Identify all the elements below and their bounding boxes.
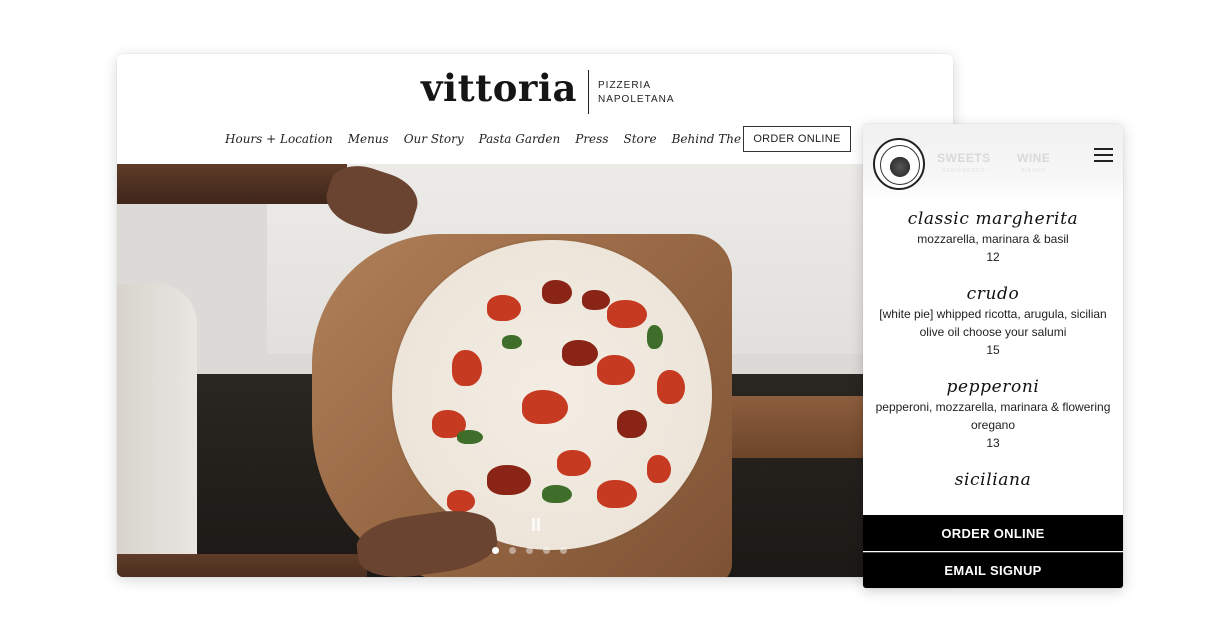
slider-dot[interactable]: [492, 547, 499, 554]
menu-item-name: pepperoni: [946, 377, 1040, 397]
mobile-site-preview: SWEETS SEMIFREDDO WINE BIANCO classic ma…: [863, 124, 1123, 588]
menu-item-name: classic margherita: [907, 209, 1079, 229]
mobile-order-online-button[interactable]: ORDER ONLINE: [863, 515, 1123, 551]
arm-bottom: [117, 554, 367, 577]
nav-item-pasta-garden[interactable]: Pasta Garden: [479, 132, 561, 146]
slider-dot[interactable]: [526, 547, 533, 554]
nav-item-our-story[interactable]: Our Story: [404, 132, 464, 146]
brand-subtitle-line2: NAPOLETANA: [598, 94, 675, 105]
menu-item: crudo [white pie] whipped ricotta, arugu…: [863, 283, 1123, 359]
nav-item-press[interactable]: Press: [575, 132, 608, 146]
topping: [647, 455, 671, 483]
topping: [617, 410, 647, 438]
faded-category-label: SWEETS: [937, 151, 991, 165]
hero-pizza-image: [117, 164, 953, 577]
main-nav: Hours + Location Menus Our Story Pasta G…: [225, 126, 803, 152]
hamburger-menu-icon[interactable]: [1094, 147, 1113, 163]
vittoria-seal-logo[interactable]: [873, 138, 925, 190]
menu-item-price: 13: [986, 436, 1000, 450]
nav-item-store[interactable]: Store: [623, 132, 656, 146]
topping: [487, 295, 521, 321]
slider-dot[interactable]: [509, 547, 516, 554]
faded-category-sweets: SWEETS SEMIFREDDO: [937, 152, 991, 178]
topping: [502, 335, 522, 349]
topping: [582, 290, 610, 310]
logo-divider: [588, 70, 589, 114]
menu-item-description: pepperoni, mozzarella, marinara & flower…: [875, 400, 1111, 432]
menu-item: classic margherita mozzarella, marinara …: [863, 208, 1123, 266]
menu-item: siciliana: [863, 469, 1123, 491]
nav-item-menus[interactable]: Menus: [348, 132, 389, 146]
topping: [522, 390, 568, 424]
topping: [542, 280, 572, 304]
brand-subtitle-line1: PIZZERIA: [598, 80, 652, 91]
menu-item: pepperoni pepperoni, mozzarella, marinar…: [863, 376, 1123, 452]
topping: [597, 480, 637, 508]
desktop-site-preview: vittoria PIZZERIA NAPOLETANA Hours + Loc…: [117, 54, 953, 577]
site-header: vittoria PIZZERIA NAPOLETANA Hours + Loc…: [117, 54, 953, 164]
order-online-button[interactable]: ORDER ONLINE: [743, 126, 851, 152]
menu-item-price: 15: [986, 343, 1000, 357]
pause-icon[interactable]: [529, 516, 543, 534]
faded-category-wine: WINE BIANCO: [1017, 152, 1050, 178]
topping: [542, 485, 572, 503]
topping: [447, 490, 475, 512]
pizza: [392, 240, 712, 550]
brand-subtitle: PIZZERIA NAPOLETANA: [598, 79, 675, 107]
topping: [457, 430, 483, 444]
slider-dot[interactable]: [560, 547, 567, 554]
brand-logo[interactable]: vittoria: [415, 66, 583, 110]
topping: [452, 350, 482, 386]
topping: [597, 355, 635, 385]
faded-category-sub: SEMIFREDDO: [942, 168, 986, 174]
slider-dots: [492, 547, 567, 554]
topping: [487, 465, 531, 495]
slider-dot[interactable]: [543, 547, 550, 554]
pizza-menu-list: classic margherita mozzarella, marinara …: [863, 208, 1123, 508]
arm-top: [117, 164, 347, 204]
chef-apron: [117, 284, 197, 577]
topping: [557, 450, 591, 476]
topping: [647, 325, 663, 349]
menu-item-price: 12: [986, 250, 1000, 264]
topping: [607, 300, 647, 328]
faded-category-label: WINE: [1017, 151, 1051, 165]
menu-item-description: mozzarella, marinara & basil: [917, 232, 1069, 246]
topping: [657, 370, 685, 404]
faded-category-sub: BIANCO: [1021, 168, 1047, 174]
menu-item-name: siciliana: [954, 470, 1032, 490]
topping: [562, 340, 598, 366]
nav-item-hours-location[interactable]: Hours + Location: [225, 132, 333, 146]
email-signup-button[interactable]: EMAIL SIGNUP: [863, 552, 1123, 588]
mobile-header: SWEETS SEMIFREDDO WINE BIANCO: [863, 124, 1123, 204]
menu-item-description: [white pie] whipped ricotta, arugula, si…: [879, 307, 1107, 339]
menu-item-name: crudo: [966, 284, 1020, 304]
